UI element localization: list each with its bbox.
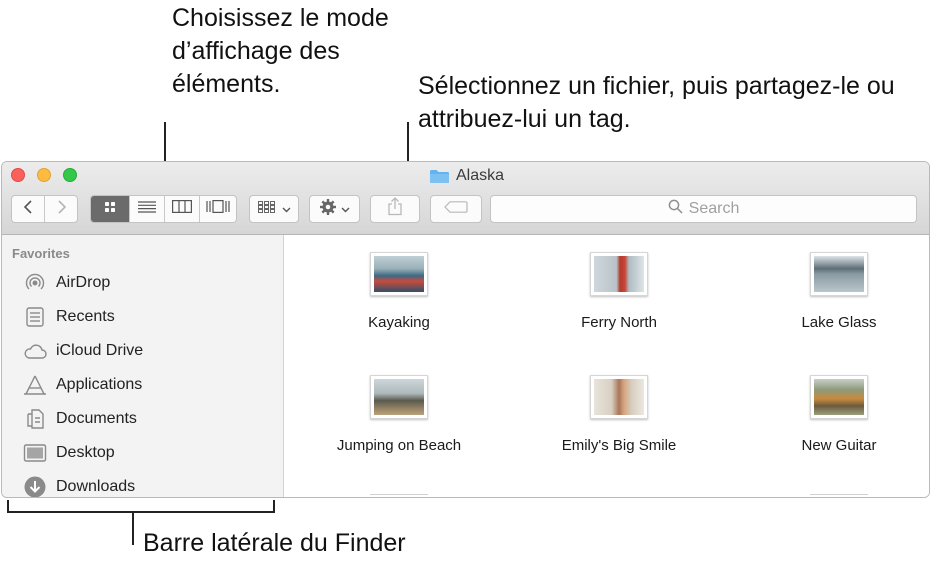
file-grid: Kayaking Ferry North Lake Glass Jumping … [285,235,929,497]
image-thumbnail [810,252,868,296]
recents-icon [23,305,47,329]
callout-line [132,511,134,545]
finder-window: Alaska Search Favorites AirDrop Recents … [1,161,930,498]
cover-flow-button[interactable] [200,196,236,222]
view-mode-control [90,195,237,223]
file-item-lake-glass[interactable]: Lake Glass [739,252,929,331]
list-view-icon [138,200,156,218]
forward-button[interactable] [45,196,78,222]
file-item-new-guitar[interactable]: New Guitar [739,375,929,454]
airdrop-icon [23,271,47,295]
file-name: Ferry North [581,314,657,331]
desktop-icon [23,441,47,465]
sidebar-item-icloud-drive[interactable]: iCloud Drive [23,336,143,366]
tag-button[interactable] [430,195,482,223]
file-name: Kayaking [368,314,430,331]
sidebar-heading: Favorites [12,246,70,261]
search-field[interactable]: Search [490,195,917,223]
callout-bracket [7,511,275,513]
chevron-down-icon [282,200,291,218]
chevron-right-icon [57,199,67,219]
sidebar-item-label: iCloud Drive [56,342,144,359]
sidebar-item-documents[interactable]: Documents [23,404,137,434]
callout-share-tag: Sélectionnez un fichier, puis partagez-l… [418,72,895,133]
sidebar-item-label: AirDrop [56,274,111,291]
file-item-emilys-big-smile[interactable]: Emily's Big Smile [519,375,719,454]
file-item-jumping-on-beach[interactable]: Jumping on Beach [299,375,499,454]
image-thumbnail [810,375,868,419]
sidebar-item-label: Desktop [56,444,115,461]
close-window-button[interactable] [11,168,25,182]
chevron-left-icon [23,199,33,219]
file-name: Emily's Big Smile [561,437,677,454]
share-button[interactable] [370,195,420,223]
image-thumbnail [590,252,648,296]
file-name: New Guitar [801,437,877,454]
sidebar-item-label: Downloads [56,478,136,495]
icon-view-icon [104,200,116,218]
documents-icon [23,407,47,431]
sidebar-item-label: Recents [56,308,115,325]
window-title-label: Alaska [456,167,505,184]
navigation-buttons [11,195,78,223]
sidebar-item-airdrop[interactable]: AirDrop [23,268,110,298]
file-name: Jumping on Beach [336,437,462,454]
sidebar-item-downloads[interactable]: Downloads [23,472,136,497]
cloud-icon [23,339,47,363]
back-button[interactable] [12,196,45,222]
arrange-button[interactable] [249,195,299,223]
sidebar-item-recents[interactable]: Recents [23,302,115,332]
folder-icon [429,169,450,184]
image-thumbnail [370,252,428,296]
callout-sidebar: Barre latérale du Finder [143,529,406,557]
search-icon [668,199,683,219]
sidebar-item-label: Documents [56,410,137,427]
gear-icon [319,198,337,221]
file-item-ferry-north[interactable]: Ferry North [519,252,719,331]
icon-view-button[interactable] [91,196,130,222]
toolbar: Alaska Search [2,162,929,235]
column-view-icon [172,200,192,218]
chevron-down-icon [341,200,350,218]
image-thumbnail [370,375,428,419]
share-icon [387,197,403,221]
search-placeholder: Search [688,200,740,217]
applications-icon [23,373,47,397]
minimize-window-button[interactable] [37,168,51,182]
downloads-icon [23,475,47,497]
image-thumbnail [810,494,868,497]
zoom-window-button[interactable] [63,168,77,182]
sidebar-item-applications[interactable]: Applications [23,370,142,400]
column-view-button[interactable] [165,196,200,222]
sidebar-item-desktop[interactable]: Desktop [23,438,115,468]
tag-icon [444,200,468,218]
group-icon [257,200,278,218]
list-view-button[interactable] [130,196,165,222]
image-thumbnail [590,375,648,419]
file-name: Lake Glass [801,314,877,331]
callout-view-mode: Choisissez le mode d’affichage des éléme… [172,4,389,98]
cover-flow-icon [206,200,230,218]
image-thumbnail [370,494,428,497]
action-button[interactable] [309,195,360,223]
file-item-kayaking[interactable]: Kayaking [299,252,499,331]
window-title: Alaska [429,166,504,186]
sidebar-item-label: Applications [56,376,143,393]
sidebar: Favorites AirDrop Recents iCloud Drive A… [2,235,284,497]
